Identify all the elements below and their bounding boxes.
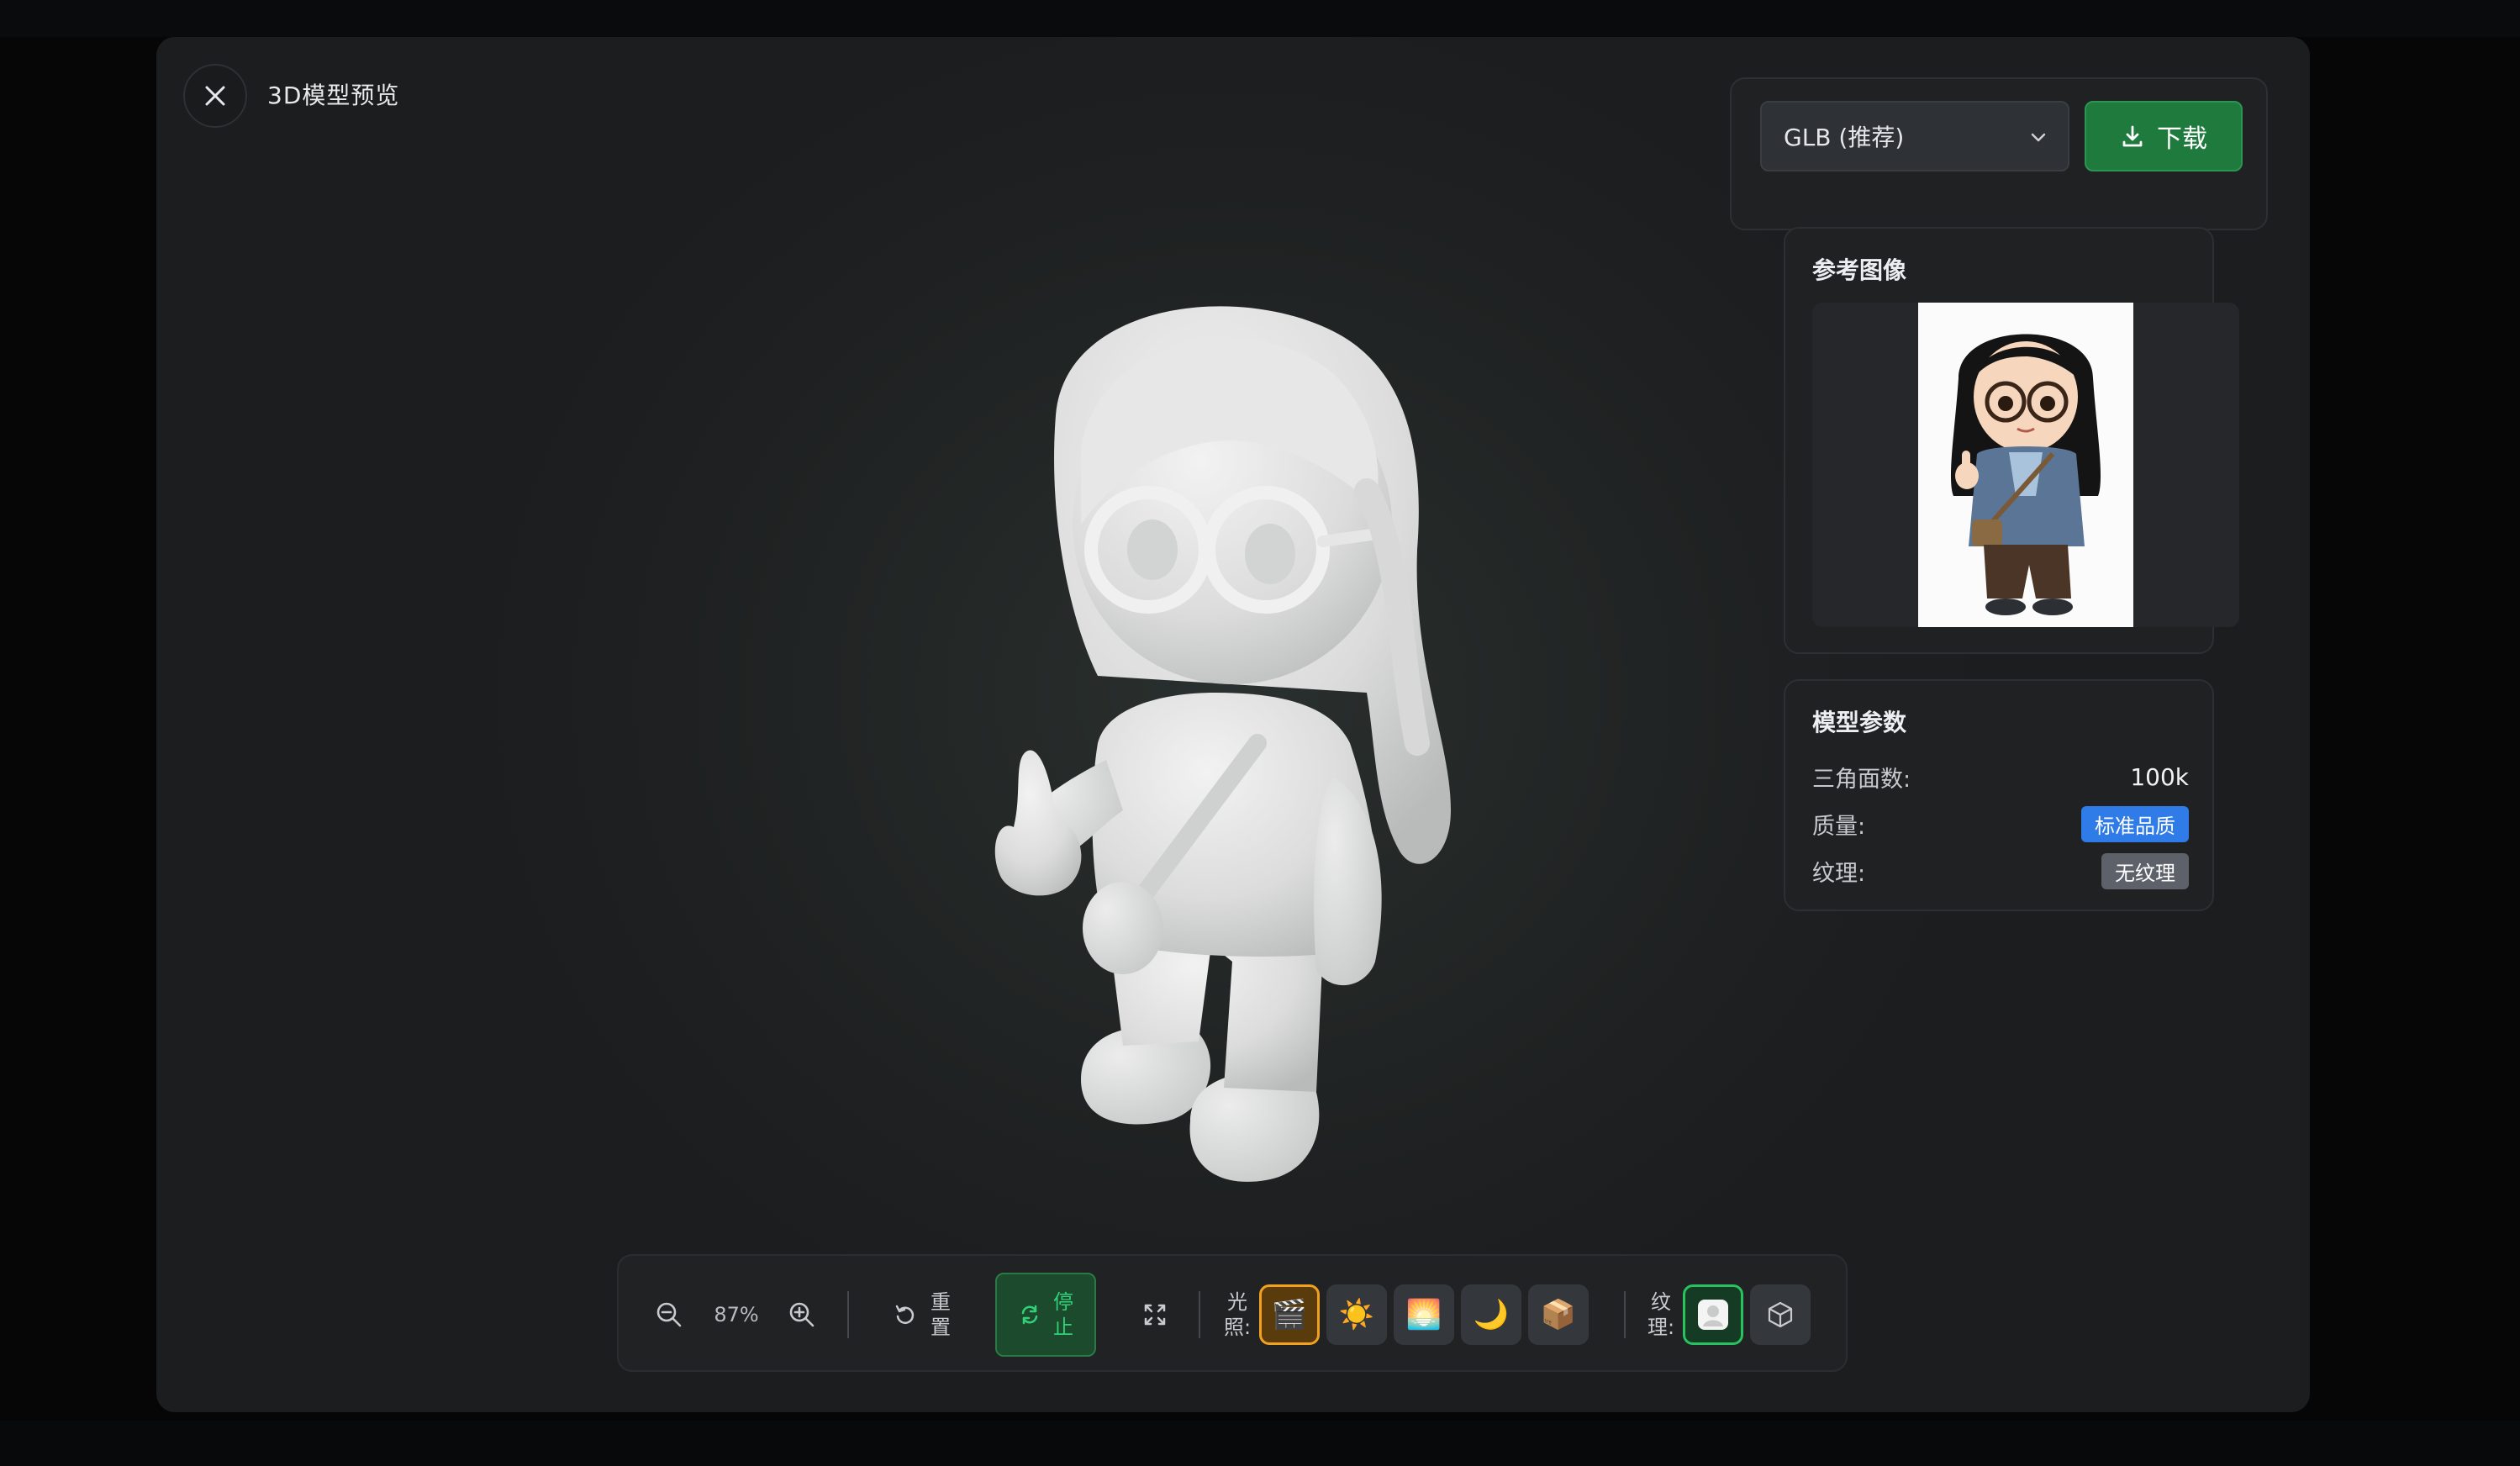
background-app-header xyxy=(0,0,2520,37)
reference-character-illustration xyxy=(1950,334,2101,615)
download-card: GLB (推荐) 下载 xyxy=(1730,77,2268,230)
texture-wireframe-button[interactable] xyxy=(1750,1284,1811,1345)
texture-label: 纹 理: xyxy=(1647,1290,1675,1339)
download-icon xyxy=(2122,125,2143,147)
toolbar-divider xyxy=(847,1291,849,1338)
zoom-in-icon xyxy=(789,1302,815,1327)
lighting-label: 光 照: xyxy=(1223,1290,1252,1339)
zoom-out-icon xyxy=(656,1302,682,1327)
param-label: 三角面数: xyxy=(1812,766,1911,793)
clay-model-icon xyxy=(1698,1300,1728,1330)
viewer-toolbar: 87% 重 置 停 止 光 照: 🎬 ☀️ 🌅 🌙 📦 纹 理: xyxy=(617,1254,1848,1372)
zoom-out-button[interactable] xyxy=(644,1289,694,1340)
reference-image-title: 参考图像 xyxy=(1812,256,1907,284)
close-icon xyxy=(205,86,225,106)
sun-icon: ☀️ xyxy=(1338,1298,1375,1332)
clapperboard-icon: 🎬 xyxy=(1271,1298,1308,1332)
lighting-studio-button[interactable]: 🎬 xyxy=(1259,1284,1320,1345)
reference-image-card: 参考图像 xyxy=(1784,227,2239,654)
cube-icon xyxy=(1768,1301,1793,1328)
zoom-in-button[interactable] xyxy=(777,1289,827,1340)
lighting-sunlight-button[interactable]: ☀️ xyxy=(1326,1284,1387,1345)
moon-icon: 🌙 xyxy=(1473,1298,1510,1332)
page-title: 3D模型预览 xyxy=(267,82,400,109)
texture-badge: 无纹理 xyxy=(2101,852,2189,889)
fullscreen-button[interactable] xyxy=(1130,1289,1180,1340)
lighting-box-button[interactable]: 📦 xyxy=(1528,1284,1589,1345)
param-row-triangles: 三角面数: 100k xyxy=(1812,760,2243,794)
texture-clay-button[interactable] xyxy=(1683,1284,1743,1345)
reset-label: 重 置 xyxy=(931,1290,951,1339)
format-select[interactable]: GLB (推荐) xyxy=(1760,101,2069,171)
reference-image-frame xyxy=(1812,303,2239,627)
close-button[interactable] xyxy=(183,64,247,128)
toolbar-divider xyxy=(1624,1291,1626,1338)
fullscreen-icon xyxy=(1144,1304,1166,1326)
toolbar-divider xyxy=(1199,1291,1200,1338)
background-app-footer xyxy=(0,1421,2520,1466)
param-row-quality: 质量: 标准品质 xyxy=(1812,805,2243,842)
package-icon: 📦 xyxy=(1540,1298,1577,1332)
download-button[interactable]: 下载 xyxy=(2085,101,2243,171)
param-label: 质量: xyxy=(1812,813,1866,840)
lighting-night-button[interactable]: 🌙 xyxy=(1461,1284,1521,1345)
model-params-title: 模型参数 xyxy=(1812,709,1907,736)
reset-button[interactable]: 重 置 xyxy=(876,1279,968,1350)
quality-badge: 标准品质 xyxy=(2081,805,2189,842)
stop-rotation-label: 停 止 xyxy=(1053,1290,1073,1339)
download-button-label: 下载 xyxy=(2157,124,2207,154)
format-select-value: GLB (推荐) xyxy=(1784,124,1905,151)
model-preview-modal: 3D模型预览 GLB (推荐) 下载 参考图像 模型参数 三角面数: 100k … xyxy=(156,37,2310,1412)
reset-icon xyxy=(895,1305,915,1324)
model-params-card: 模型参数 三角面数: 100k 质量: 标准品质 纹理: 无纹理 xyxy=(1784,679,2214,911)
lighting-sunset-button[interactable]: 🌅 xyxy=(1394,1284,1454,1345)
zoom-level: 87% xyxy=(714,1303,759,1326)
auto-rotate-icon xyxy=(1021,1305,1038,1325)
param-row-texture: 纹理: 无纹理 xyxy=(1812,852,2243,889)
stop-rotation-button[interactable]: 停 止 xyxy=(995,1273,1096,1357)
chevron-down-icon xyxy=(2031,133,2046,142)
param-value-triangles: 100k xyxy=(2130,762,2189,791)
model-render xyxy=(994,306,1451,1182)
reference-image[interactable] xyxy=(1918,303,2133,627)
param-label: 纹理: xyxy=(1812,860,1866,887)
sunset-icon: 🌅 xyxy=(1405,1298,1442,1332)
